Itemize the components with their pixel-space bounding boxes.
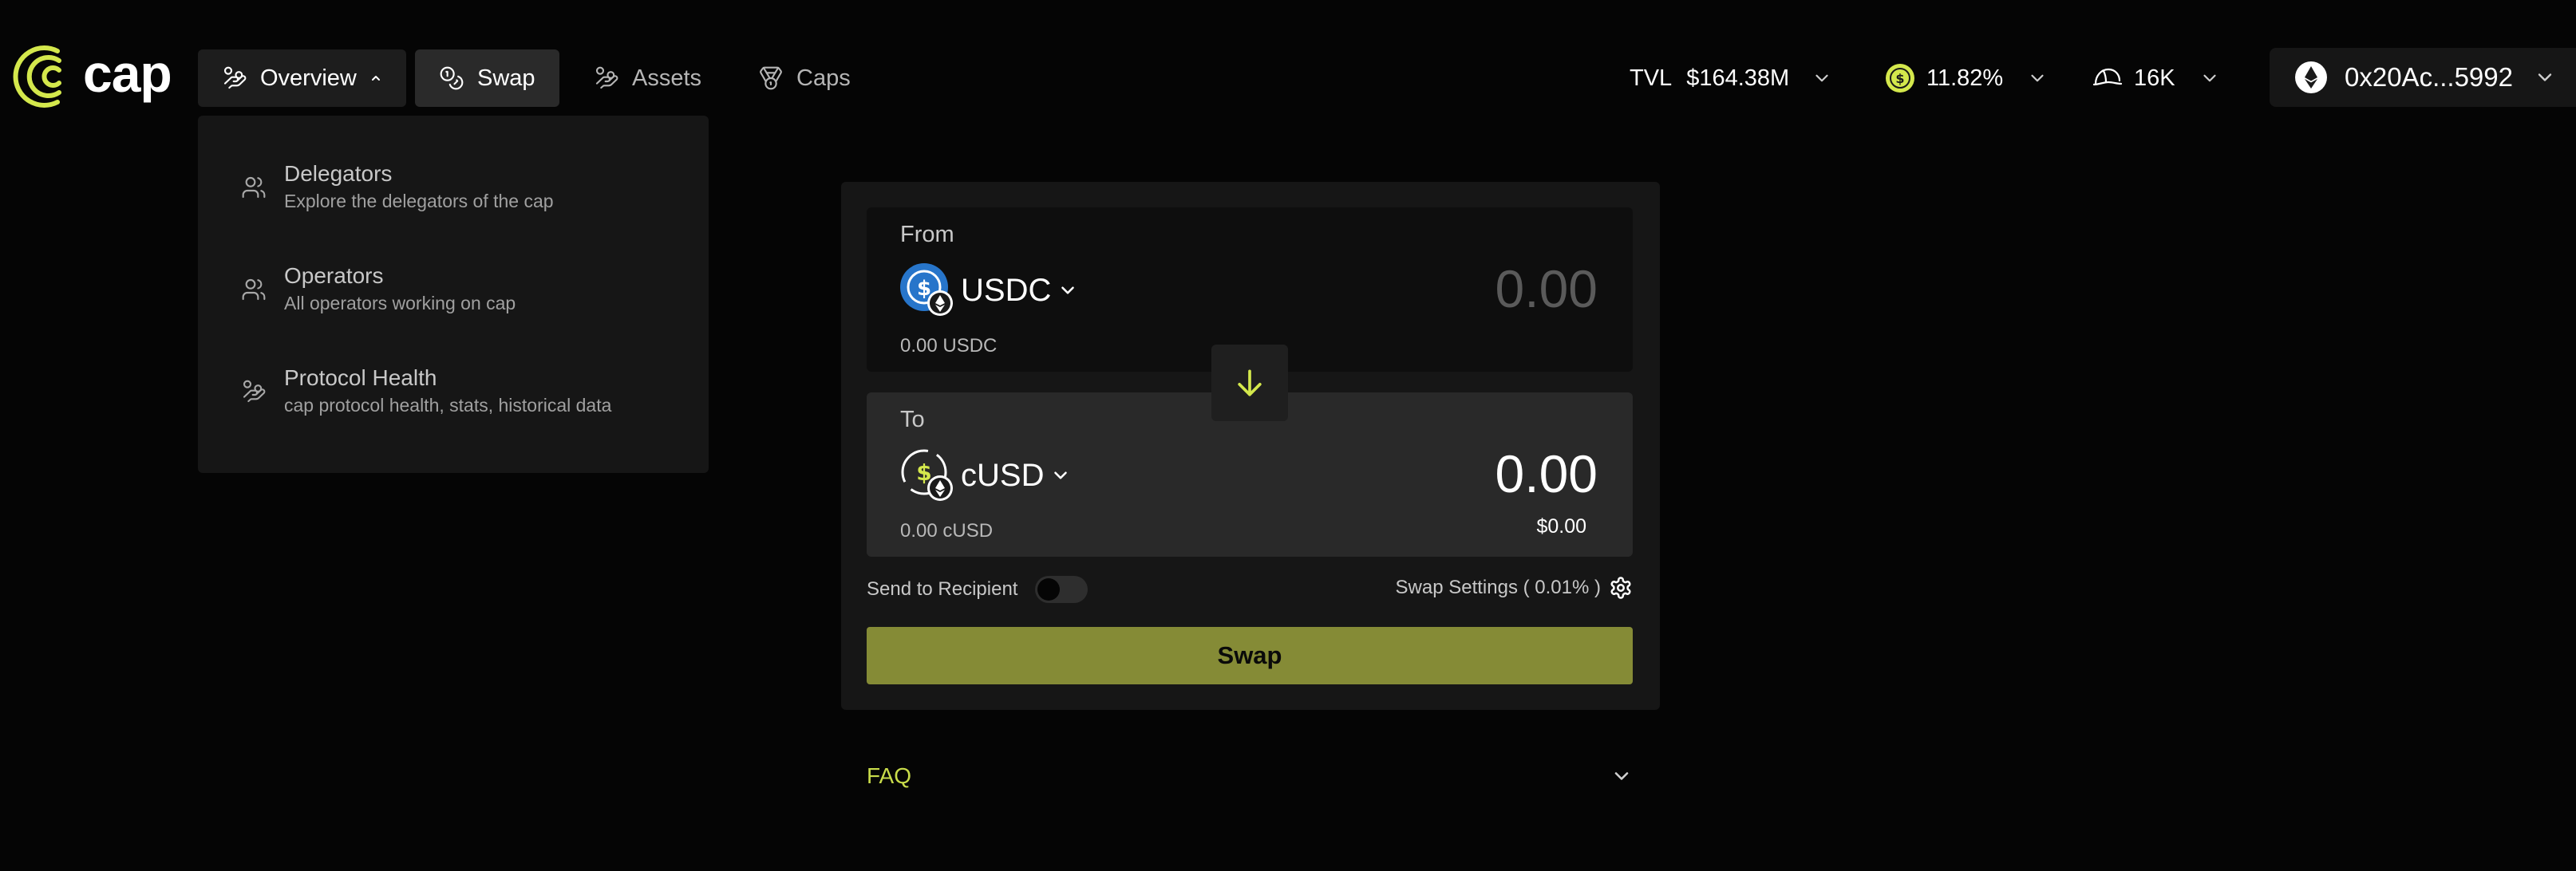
brand-name: cap xyxy=(83,44,172,103)
from-token-name: USDC xyxy=(961,272,1052,308)
cusd-token-icon: $ xyxy=(901,449,953,501)
apy-stat[interactable]: $ 11.82% xyxy=(1885,49,2048,107)
menu-item-subtitle: cap protocol health, stats, historical d… xyxy=(284,395,612,416)
nav-overview[interactable]: Overview xyxy=(198,49,406,107)
apy-value: 11.82% xyxy=(1926,65,2004,91)
menu-item-subtitle: All operators working on cap xyxy=(284,293,516,313)
from-balance: 0.00 USDC xyxy=(900,335,998,357)
nav-swap-label: Swap xyxy=(477,65,535,91)
holders-value: 16K xyxy=(2134,65,2175,91)
chevron-down-icon xyxy=(1614,772,1629,780)
tvl-value: $164.38M xyxy=(1686,65,1790,91)
swap-settings-label: Swap Settings ( 0.01% ) xyxy=(1395,577,1601,598)
dollar-coin-icon: $ xyxy=(1886,64,1914,93)
overview-dropdown-menu: Delegators Explore the delegators of the… xyxy=(198,116,709,473)
hand-coins-icon xyxy=(223,66,247,89)
menu-item-operators[interactable]: Operators All operators working on cap xyxy=(241,262,516,317)
send-to-recipient-toggle[interactable] xyxy=(1035,576,1088,603)
to-token-selector[interactable]: $ cUSD xyxy=(900,448,1071,503)
from-token-selector[interactable]: $ USDC xyxy=(900,263,1078,317)
to-token-name: cUSD xyxy=(961,457,1045,493)
to-balance: 0.00 cUSD xyxy=(900,520,994,542)
brand-logo[interactable]: cap xyxy=(11,44,172,108)
chevron-down-icon xyxy=(2538,73,2552,81)
wallet-address: 0x20Ac...5992 xyxy=(2345,62,2513,92)
svg-text:$: $ xyxy=(1895,71,1904,86)
users-icon xyxy=(242,278,266,301)
from-amount-input[interactable]: 0.00 xyxy=(1495,258,1598,319)
menu-item-title: Operators xyxy=(284,263,384,288)
chevron-down-icon xyxy=(1061,286,1075,294)
nav-caps-label: Caps xyxy=(796,65,851,91)
chevron-down-icon xyxy=(2203,74,2216,82)
hand-coins-icon xyxy=(243,380,266,403)
menu-item-title: Protocol Health xyxy=(284,365,437,390)
coins-icon xyxy=(440,66,464,90)
ethereum-icon xyxy=(2295,61,2327,93)
chevron-down-icon xyxy=(2031,74,2044,82)
swap-direction-button[interactable] xyxy=(1211,345,1288,421)
swap-submit-button[interactable]: Swap xyxy=(867,627,1633,684)
menu-item-delegators[interactable]: Delegators Explore the delegators of the… xyxy=(241,160,554,215)
chevron-down-icon xyxy=(1054,471,1068,479)
faq-label: FAQ xyxy=(867,763,912,788)
tvl-label: TVL xyxy=(1630,65,1673,91)
hand-coins-icon xyxy=(595,66,618,89)
nav-assets-label: Assets xyxy=(632,65,702,91)
chevron-down-icon xyxy=(1815,74,1828,82)
holders-stat[interactable]: 16K xyxy=(2092,49,2220,107)
to-label: To xyxy=(900,407,925,432)
helmet-icon xyxy=(2092,68,2123,86)
menu-item-subtitle: Explore the delegators of the cap xyxy=(284,191,554,211)
tvl-stat[interactable]: TVL $164.38M xyxy=(1630,49,1832,107)
medal-icon xyxy=(760,66,782,90)
toggle-knob xyxy=(1037,578,1061,601)
menu-item-protocol-health[interactable]: Protocol Health cap protocol health, sta… xyxy=(241,365,611,419)
wallet-button[interactable]: 0x20Ac...5992 xyxy=(2270,48,2576,107)
menu-item-title: Delegators xyxy=(284,161,393,186)
faq-accordion[interactable]: FAQ xyxy=(867,756,1633,796)
usdc-token-icon: $ xyxy=(900,263,953,316)
arrow-down-icon xyxy=(1238,369,1262,396)
gear-icon xyxy=(1610,577,1631,599)
nav-caps[interactable]: Caps xyxy=(734,49,875,107)
cap-logo-icon xyxy=(13,45,61,108)
chevron-up-icon xyxy=(371,76,380,81)
nav-assets[interactable]: Assets xyxy=(570,49,725,107)
to-amount-value: 0.00 xyxy=(1495,444,1598,503)
nav-overview-label: Overview xyxy=(260,65,357,91)
app-root: cap Overview Swap Assets Caps TVL $164.3… xyxy=(0,0,2576,871)
send-to-recipient-label: Send to Recipient xyxy=(867,578,1018,600)
from-label: From xyxy=(900,222,954,247)
users-icon xyxy=(242,176,266,199)
to-usd-value: $0.00 xyxy=(1536,515,1586,538)
nav-swap[interactable]: Swap xyxy=(415,49,559,107)
swap-settings-button[interactable]: Swap Settings ( 0.01% ) xyxy=(1396,576,1633,600)
send-to-recipient-row: Send to Recipient xyxy=(867,576,1088,603)
